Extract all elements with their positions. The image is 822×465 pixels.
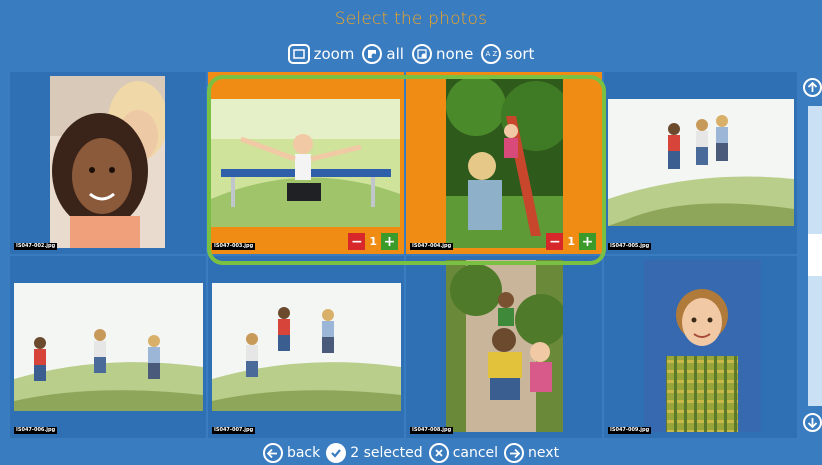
- select-all-button[interactable]: all: [362, 44, 404, 64]
- scroll-up-button[interactable]: [803, 78, 822, 97]
- photo-filename: IS047-006.jpg: [14, 427, 58, 434]
- arrow-up-icon: [807, 82, 818, 92]
- photo-thumbnail: [446, 260, 563, 432]
- photo-cell[interactable]: IS047-005.jpg: [604, 72, 797, 254]
- photo-filename: IS047-004.jpg: [410, 243, 454, 250]
- next-label: next: [528, 445, 560, 461]
- photo-thumbnail: [50, 76, 165, 248]
- sort-label: sort: [505, 45, 535, 63]
- photo-thumbnail: [212, 283, 401, 411]
- sort-button[interactable]: A Z sort: [481, 44, 534, 64]
- arrow-right-icon: [504, 443, 525, 463]
- photo-cell[interactable]: IS047-002.jpg: [10, 72, 206, 254]
- cancel-button[interactable]: cancel: [428, 443, 499, 463]
- zoom-icon: [287, 44, 310, 64]
- photo-thumbnail: [644, 260, 761, 432]
- none-label: none: [435, 45, 474, 63]
- photo-filename: IS047-007.jpg: [212, 427, 256, 434]
- cancel-label: cancel: [452, 445, 499, 461]
- vertical-scrollbar[interactable]: [803, 76, 822, 438]
- photo-cell[interactable]: IS047-009.jpg: [604, 256, 797, 438]
- photo-cell[interactable]: IS047-004.jpg − 1 +: [406, 72, 602, 254]
- scroll-down-button[interactable]: [803, 413, 822, 432]
- photo-filename: IS047-002.jpg: [14, 243, 58, 250]
- photo-cell[interactable]: IS047-007.jpg: [208, 256, 404, 438]
- photo-filename: IS047-009.jpg: [608, 427, 652, 434]
- increase-quantity-button[interactable]: +: [579, 233, 596, 250]
- photo-grid: IS047-002.jpg IS047-003.jpg − 1 + IS047-…: [10, 72, 797, 438]
- decrease-quantity-button[interactable]: −: [546, 233, 564, 250]
- back-button[interactable]: back: [262, 443, 321, 463]
- checkmark-icon: [326, 443, 347, 463]
- increase-quantity-button[interactable]: +: [381, 233, 398, 250]
- photo-thumbnail: [211, 99, 400, 227]
- photo-filename: IS047-003.jpg: [212, 243, 256, 250]
- select-none-button[interactable]: none: [411, 44, 474, 64]
- quantity-value: 1: [369, 235, 377, 248]
- photo-cell[interactable]: IS047-003.jpg − 1 +: [208, 72, 404, 254]
- decrease-quantity-button[interactable]: −: [348, 233, 366, 250]
- arrow-left-icon: [262, 443, 283, 463]
- next-button[interactable]: next: [504, 443, 559, 463]
- photo-cell[interactable]: IS047-006.jpg: [10, 256, 206, 438]
- zoom-button[interactable]: zoom: [287, 44, 355, 64]
- photo-thumbnail: [608, 99, 794, 226]
- page-title: Select the photos: [334, 9, 488, 29]
- scroll-track[interactable]: [808, 106, 822, 406]
- close-icon: [428, 443, 449, 463]
- sort-icon: A Z: [481, 44, 502, 64]
- select-none-icon: [411, 44, 432, 64]
- quantity-stepper: − 1 +: [546, 233, 596, 250]
- footer-bar: back 2 selected cancel next: [0, 443, 822, 463]
- selected-count: 2 selected: [326, 443, 423, 463]
- toolbar: zoom all none A Z sort: [0, 44, 822, 64]
- quantity-stepper: − 1 +: [348, 233, 398, 250]
- zoom-label: zoom: [313, 45, 355, 63]
- back-label: back: [286, 445, 321, 461]
- photo-thumbnail: [446, 76, 563, 248]
- quantity-value: 1: [567, 235, 575, 248]
- arrow-down-icon: [807, 418, 818, 428]
- photo-filename: IS047-008.jpg: [410, 427, 454, 434]
- all-label: all: [386, 45, 404, 63]
- selected-count-label: 2 selected: [350, 445, 423, 461]
- photo-thumbnail: [14, 283, 203, 411]
- photo-cell[interactable]: IS047-008.jpg: [406, 256, 602, 438]
- scroll-thumb[interactable]: [808, 234, 822, 276]
- photo-filename: IS047-005.jpg: [608, 243, 652, 250]
- select-all-icon: [362, 44, 383, 64]
